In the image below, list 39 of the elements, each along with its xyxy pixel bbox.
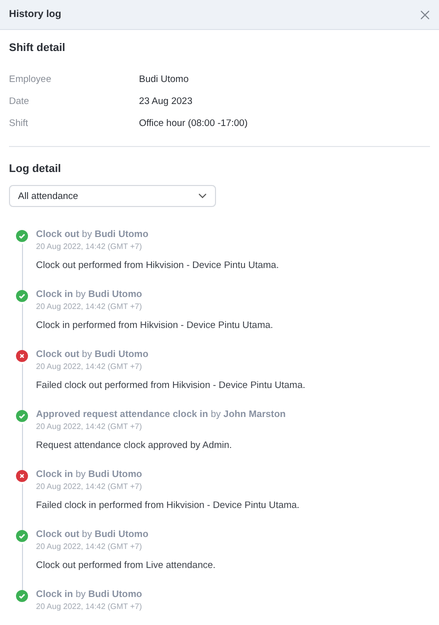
field-label: Employee (9, 74, 52, 85)
field-label: Date (9, 96, 30, 107)
log-message: Clock out performed from Hikvision - Device Pintu Utama. (36, 260, 279, 271)
log-title: Clock in by Budi Utomo (36, 289, 144, 300)
log-title: Clock in by Budi Utomo (36, 589, 142, 600)
filter-dropdown[interactable]: All attendance (9, 185, 216, 207)
log-title: Clock out by Budi Utomo (36, 349, 150, 360)
check-circle-icon (16, 410, 28, 422)
log-message: Clock in performed from Hikvision - Device Pintu Utama. (36, 320, 274, 331)
log-title: Clock out by Budi Utomo (36, 529, 150, 540)
log-time: 20 Aug 2022, 14:42 (GMT +7) (36, 542, 143, 551)
close-icon[interactable] (420, 10, 430, 20)
chevron-down-icon (198, 193, 207, 199)
log-time: 20 Aug 2022, 14:42 (GMT +7) (36, 602, 142, 611)
cross-circle-icon (16, 470, 28, 482)
field-value: Budi Utomo (139, 74, 190, 85)
log-time: 20 Aug 2022, 14:42 (GMT +7) (36, 422, 143, 431)
log-title: Clock out by Budi Utomo (36, 229, 150, 240)
log-message: Failed clock out performed from Hikvision - Device Pintu Utama. (36, 380, 306, 391)
check-circle-icon (16, 590, 28, 602)
check-circle-icon (16, 230, 28, 242)
log-message: Request attendance clock approved by Admin. (36, 440, 233, 451)
section-heading: Log detail (9, 163, 62, 175)
check-circle-icon (16, 290, 28, 302)
window-title: History log (9, 9, 62, 20)
log-message: Clock out performed from Live attendance. (36, 560, 216, 571)
check-circle-icon (16, 530, 28, 542)
log-message: Failed clock in performed from Hikvision - Device Pintu Utama. (36, 500, 300, 511)
log-time: 20 Aug 2022, 14:42 (GMT +7) (36, 242, 143, 251)
section-heading: Shift detail (9, 41, 66, 54)
cross-circle-icon (16, 350, 28, 362)
field-value: Office hour (08:00 -17:00) (139, 118, 249, 129)
log-title: Approved request attendance clock in by John Marston (36, 409, 286, 420)
log-time: 20 Aug 2022, 14:42 (GMT +7) (36, 482, 143, 491)
log-time: 20 Aug 2022, 14:42 (GMT +7) (36, 362, 143, 371)
field-value: 23 Aug 2023 (139, 96, 194, 107)
log-title: Clock in by Budi Utomo (36, 469, 144, 480)
field-label: Shift (9, 118, 30, 129)
log-time: 20 Aug 2022, 14:42 (GMT +7) (36, 302, 143, 311)
